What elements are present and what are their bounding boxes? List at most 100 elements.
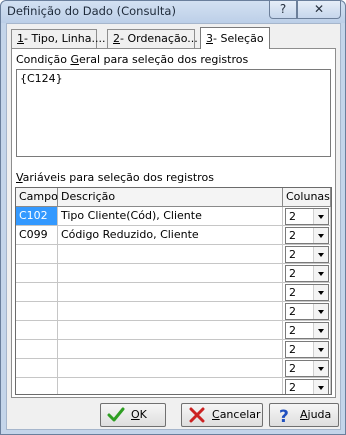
cell-colunas: 2: [283, 283, 331, 302]
colunas-dropdown[interactable]: 2: [285, 360, 329, 377]
cell-campo[interactable]: C102: [16, 207, 58, 226]
cell-campo[interactable]: [16, 340, 58, 359]
cell-campo[interactable]: [16, 359, 58, 378]
cell-descricao[interactable]: [58, 340, 283, 359]
chevron-down-icon[interactable]: [313, 342, 328, 357]
colunas-value: 2: [289, 362, 296, 375]
table-row[interactable]: 2: [16, 321, 331, 340]
cell-descricao[interactable]: Código Reduzido, Cliente: [58, 226, 283, 245]
close-button[interactable]: ✕: [297, 1, 341, 19]
variables-grid[interactable]: Campo Descrição Colunas C102 Tipo Cliente…: [15, 187, 332, 395]
title-bar[interactable]: Definição do Dado (Consulta) ? ✕: [1, 1, 345, 23]
colunas-dropdown[interactable]: 2: [285, 227, 329, 244]
svg-text:?: ?: [279, 407, 289, 423]
grid-header: Campo Descrição Colunas: [16, 188, 331, 207]
ok-button[interactable]: OK: [100, 403, 166, 427]
colunas-dropdown[interactable]: 2: [285, 303, 329, 320]
table-row[interactable]: 2: [16, 245, 331, 264]
cell-colunas: 2: [283, 378, 331, 394]
table-row[interactable]: 2: [16, 302, 331, 321]
chevron-down-icon[interactable]: [313, 247, 328, 262]
cancel-button[interactable]: Cancelar: [181, 403, 263, 427]
cell-colunas: 2: [283, 321, 331, 340]
colunas-value: 2: [289, 343, 296, 356]
tab-label: - Seleção: [213, 32, 264, 45]
table-row[interactable]: C102 Tipo Cliente(Cód), Cliente 2: [16, 207, 331, 226]
cell-campo[interactable]: [16, 321, 58, 340]
dialog-client: 1- Tipo, Linha.... 2- Ordenação... 3- Se…: [6, 23, 341, 430]
colunas-dropdown[interactable]: 2: [285, 322, 329, 339]
cell-campo[interactable]: C099: [16, 226, 58, 245]
header-descricao[interactable]: Descrição: [58, 188, 283, 207]
cell-campo[interactable]: [16, 264, 58, 283]
cancel-label: Cancelar: [212, 408, 261, 421]
cell-descricao[interactable]: [58, 283, 283, 302]
colunas-value: 2: [289, 267, 296, 280]
condition-label: Condição Geral para seleção dos registro…: [16, 53, 249, 66]
cell-campo[interactable]: [16, 378, 58, 394]
colunas-dropdown[interactable]: 2: [285, 379, 329, 394]
table-row[interactable]: 2: [16, 283, 331, 302]
cell-descricao[interactable]: [58, 245, 283, 264]
cell-colunas: 2: [283, 340, 331, 359]
table-row[interactable]: 2: [16, 340, 331, 359]
ok-label: OK: [131, 408, 147, 421]
tab-accel: 3: [206, 32, 213, 45]
close-icon: ✕: [313, 2, 325, 16]
cell-descricao[interactable]: Tipo Cliente(Cód), Cliente: [58, 207, 283, 226]
checkmark-icon: [107, 407, 125, 422]
cell-colunas: 2: [283, 359, 331, 378]
tab-selecao[interactable]: 3- Seleção: [200, 27, 270, 49]
tab-ordenacao[interactable]: 2- Ordenação...: [107, 29, 198, 48]
header-campo[interactable]: Campo: [16, 188, 58, 207]
variables-label: Variáveis para seleção dos registros: [16, 171, 214, 184]
chevron-down-icon[interactable]: [313, 323, 328, 338]
colunas-value: 2: [289, 324, 296, 337]
cell-campo[interactable]: [16, 245, 58, 264]
chevron-down-icon[interactable]: [313, 266, 328, 281]
chevron-down-icon[interactable]: [313, 361, 328, 376]
chevron-down-icon[interactable]: [313, 380, 328, 394]
help-title-button[interactable]: ?: [269, 1, 297, 19]
cell-descricao[interactable]: [58, 264, 283, 283]
tab-accel: 2: [113, 32, 120, 45]
chevron-down-icon[interactable]: [313, 228, 328, 243]
chevron-down-icon[interactable]: [313, 209, 328, 224]
colunas-dropdown[interactable]: 2: [285, 284, 329, 301]
table-row[interactable]: 2: [16, 378, 331, 394]
colunas-dropdown[interactable]: 2: [285, 208, 329, 225]
colunas-value: 2: [289, 248, 296, 261]
colunas-value: 2: [289, 210, 296, 223]
window-title: Definição do Dado (Consulta): [7, 4, 176, 18]
tab-tipo-linha[interactable]: 1- Tipo, Linha....: [11, 29, 105, 48]
cell-campo[interactable]: [16, 302, 58, 321]
cell-colunas: 2: [283, 264, 331, 283]
condition-textarea[interactable]: {C124}: [16, 69, 331, 157]
help-icon: ?: [279, 2, 287, 16]
chevron-down-icon[interactable]: [313, 285, 328, 300]
colunas-value: 2: [289, 286, 296, 299]
cell-colunas: 2: [283, 302, 331, 321]
header-colunas[interactable]: Colunas: [283, 188, 331, 207]
cell-colunas: 2: [283, 245, 331, 264]
tab-accel: 1: [17, 32, 24, 45]
x-icon: [189, 407, 205, 423]
cell-descricao[interactable]: [58, 321, 283, 340]
help-button[interactable]: ? Ajuda: [269, 403, 339, 427]
cell-colunas: 2: [283, 207, 331, 226]
colunas-dropdown[interactable]: 2: [285, 265, 329, 282]
table-row[interactable]: C099 Código Reduzido, Cliente 2: [16, 226, 331, 245]
table-row[interactable]: 2: [16, 359, 331, 378]
cell-descricao[interactable]: [58, 378, 283, 394]
colunas-dropdown[interactable]: 2: [285, 246, 329, 263]
cell-campo[interactable]: [16, 283, 58, 302]
cell-descricao[interactable]: [58, 359, 283, 378]
tab-panel-selecao: Condição Geral para seleção dos registro…: [11, 48, 336, 398]
colunas-dropdown[interactable]: 2: [285, 341, 329, 358]
chevron-down-icon[interactable]: [313, 304, 328, 319]
table-row[interactable]: 2: [16, 264, 331, 283]
question-icon: ?: [279, 407, 289, 423]
cell-descricao[interactable]: [58, 302, 283, 321]
help-label: Ajuda: [300, 408, 332, 421]
cell-colunas: 2: [283, 226, 331, 245]
